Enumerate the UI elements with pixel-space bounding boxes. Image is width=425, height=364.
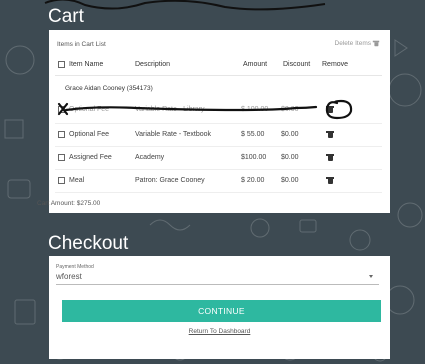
item-name: Meal xyxy=(69,177,85,184)
delete-items-label: Delete Items xyxy=(334,40,372,47)
checkout-heading: Checkout xyxy=(48,233,129,254)
item-discount: $0.00 xyxy=(281,131,299,138)
trash-icon xyxy=(326,177,334,184)
row-checkbox[interactable] xyxy=(58,106,65,113)
remove-button[interactable] xyxy=(326,131,334,140)
items-in-cart-label: Items in Cart List xyxy=(57,41,106,48)
student-name: Grace Aidan Cooney (354173) xyxy=(65,85,153,92)
handwriting-scribble xyxy=(44,0,326,11)
header-remove: Remove xyxy=(322,61,349,68)
row-checkbox[interactable] xyxy=(58,177,65,184)
item-name: Optional Fee xyxy=(69,106,110,113)
cart-amount: Cart Amount: $275.00 xyxy=(37,200,101,207)
header-amount: Amount xyxy=(243,61,268,68)
header-discount: Discount xyxy=(283,61,311,68)
header-item-name: Item Name xyxy=(69,61,104,68)
checkout-panel: Payment Method wforest CONTINUE Return T… xyxy=(49,256,390,359)
item-amount: $ 100.00 xyxy=(241,106,269,113)
chevron-down-icon[interactable] xyxy=(369,275,373,278)
payment-method-select[interactable]: wforest xyxy=(56,272,82,281)
item-amount: $100.00 xyxy=(241,154,267,161)
item-discount: $0.00 xyxy=(281,154,299,161)
divider xyxy=(55,123,382,124)
header-description: Description xyxy=(135,61,171,68)
trash-icon xyxy=(326,106,334,113)
return-to-dashboard-link[interactable]: Return To Dashboard xyxy=(49,328,390,335)
divider xyxy=(55,75,382,76)
trash-icon xyxy=(326,154,334,161)
select-underline xyxy=(56,284,379,285)
divider xyxy=(55,192,382,193)
item-discount: $0.00 xyxy=(281,106,299,113)
remove-button[interactable] xyxy=(326,154,334,163)
select-all-checkbox[interactable] xyxy=(58,61,65,68)
delete-items-button[interactable]: Delete Items xyxy=(335,40,380,47)
item-name: Assigned Fee xyxy=(69,154,112,161)
remove-button[interactable] xyxy=(326,106,334,115)
item-description: Patron: Grace Cooney xyxy=(135,177,205,184)
row-checkbox[interactable] xyxy=(58,154,65,161)
cart-panel: Items in Cart List Delete Items Item Nam… xyxy=(37,30,390,213)
item-discount: $0.00 xyxy=(281,177,299,184)
cart-heading: Cart xyxy=(48,6,84,27)
divider xyxy=(55,146,382,147)
trash-icon xyxy=(326,131,334,138)
item-amount: $ 20.00 xyxy=(241,177,265,184)
payment-method-label: Payment Method xyxy=(56,264,94,270)
trash-icon xyxy=(372,40,380,47)
item-amount: $ 55.00 xyxy=(241,131,265,138)
item-description: Academy xyxy=(135,154,165,161)
item-description: Variable Rate - Textbook xyxy=(135,131,212,138)
remove-button[interactable] xyxy=(326,177,334,186)
continue-button[interactable]: CONTINUE xyxy=(62,300,381,322)
item-description: Variable Rate - Library xyxy=(135,106,205,113)
item-name: Optional Fee xyxy=(69,131,110,138)
divider xyxy=(55,169,382,170)
row-checkbox[interactable] xyxy=(58,131,65,138)
